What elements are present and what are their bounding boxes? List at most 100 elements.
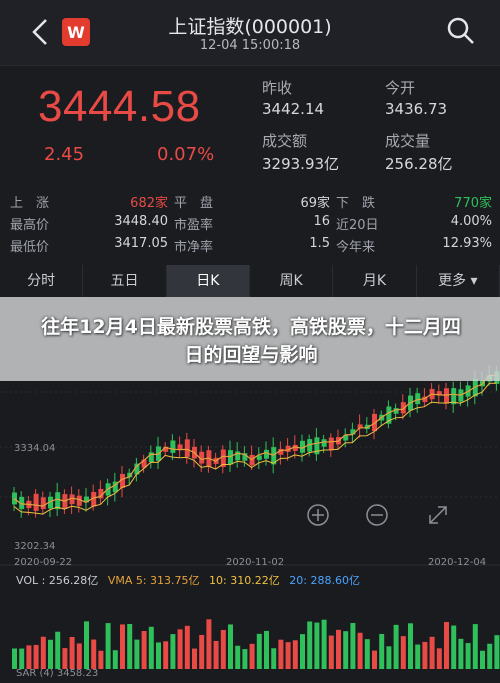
volume-bar [451, 625, 457, 669]
prev-close-value: 3442.14 [262, 100, 325, 118]
tab-weekly-k[interactable]: 周K [250, 265, 334, 297]
price-change-pct: 0.07% [157, 144, 215, 165]
volume-bar [156, 642, 161, 669]
volume-bar [436, 648, 442, 669]
zoom-in-icon[interactable] [307, 504, 329, 526]
candle-body [249, 454, 255, 466]
stat-value: 682家 [130, 196, 168, 211]
candle-body [328, 437, 334, 451]
candle-body [184, 439, 190, 457]
volume-bar [292, 640, 298, 669]
volume-bar [184, 625, 190, 669]
stats-row: 最高价 3448.40 市盈率 16 近20日 4.00% [0, 214, 500, 236]
turnover-label: 成交额 [262, 132, 308, 150]
stat-value: 3417.05 [114, 236, 168, 251]
fullscreen-icon[interactable] [429, 506, 447, 524]
stat-label: 上 涨 [10, 196, 50, 211]
tab-monthly-k[interactable]: 月K [333, 265, 417, 297]
stat-value: 12.93% [442, 236, 492, 251]
current-price: 3444.58 [38, 82, 201, 131]
volume-bar [213, 640, 219, 669]
tab-intraday[interactable]: 分时 [0, 265, 84, 297]
volume-bar [264, 630, 269, 669]
volume-bar [69, 636, 75, 669]
volume-bar [98, 650, 104, 669]
volume-bar [328, 635, 334, 669]
volume-bar [487, 643, 493, 669]
volume-bar [408, 623, 413, 669]
tab-five-day[interactable]: 五日 [83, 265, 167, 297]
volume-bar [336, 629, 341, 669]
y-axis-low-label: 3202.34 [14, 541, 55, 552]
volume-bars-group [12, 619, 500, 669]
stat-label: 最高价 [10, 218, 50, 233]
volume-bar [444, 622, 449, 669]
volume-bar [300, 634, 305, 669]
volume-bar [84, 621, 89, 669]
volume-bar [307, 621, 313, 669]
vma5-value: VMA 5: 313.75亿 [107, 574, 200, 587]
open-value: 3436.73 [385, 100, 448, 118]
candles-group [12, 365, 500, 518]
candle-body [235, 451, 241, 461]
volume-bar [472, 624, 478, 669]
stat-value: 69家 [300, 196, 330, 211]
stat-value: 16 [313, 214, 330, 229]
volume-bar [91, 639, 97, 669]
volume-bar [415, 644, 421, 669]
date-label-start: 2020-09-22 [14, 557, 72, 568]
tab-more[interactable]: 更多 ▾ [417, 265, 500, 297]
market-stats: 上 涨 682家 平 盘 69家 下 跌 770家 最高价 3448.40 市盈… [0, 188, 500, 258]
date-label-end: 2020-12-04 [428, 557, 486, 568]
volume-bar [19, 648, 25, 669]
volume-bar [480, 650, 485, 669]
search-icon[interactable] [446, 16, 476, 46]
volume-bar [33, 644, 39, 669]
stat-value: 3448.40 [114, 214, 168, 229]
volume-bar [192, 648, 197, 669]
volume-bar [134, 639, 140, 669]
article-title: 往年12月4日最新股票高铁，高铁股票，十二月四日的回望与影响 [41, 316, 461, 366]
y-axis-mid-label: 3334.04 [14, 443, 55, 454]
volume-bar [429, 636, 435, 669]
turnover-value: 3293.93亿 [262, 155, 340, 173]
volume-bar [48, 639, 53, 669]
volume-bar [141, 631, 147, 669]
volume-bar [278, 639, 284, 669]
stat-label: 平 盘 [174, 196, 214, 211]
vma20-value: 20: 288.60亿 [289, 574, 360, 587]
tab-more-label: 更多 [438, 273, 467, 289]
candle-body [228, 450, 233, 465]
stat-label: 最低价 [10, 240, 50, 255]
stat-label: 市净率 [174, 240, 214, 255]
prev-close-label: 昨收 [262, 79, 293, 97]
zoom-out-icon[interactable] [366, 504, 388, 526]
volume-label: 成交量 [385, 132, 431, 150]
volume-bar [372, 650, 377, 669]
stat-label: 市盈率 [174, 218, 214, 233]
volume-bar [12, 648, 17, 669]
volume-bar [314, 622, 320, 669]
date-label-mid: 2020-11-02 [226, 557, 284, 568]
header: W 上证指数(000001) 12-04 15:00:18 [0, 0, 500, 66]
volume-bar [271, 648, 277, 669]
stat-value: 4.00% [450, 214, 492, 229]
volume-bar [393, 624, 399, 669]
volume-value: 256.28亿 [385, 155, 453, 173]
candle-body [33, 493, 39, 511]
candle-body [444, 388, 449, 404]
stats-row: 上 涨 682家 平 盘 69家 下 跌 770家 [0, 192, 500, 214]
volume-bar [343, 631, 349, 669]
volume-bar [177, 629, 183, 669]
volume-bar [242, 649, 248, 669]
tab-daily-k[interactable]: 日K [166, 265, 250, 297]
open-label: 今开 [385, 79, 416, 97]
volume-legend: VOL : 256.28亿 VMA 5: 313.75亿 10: 310.22亿… [16, 572, 366, 588]
volume-bar [120, 624, 125, 669]
volume-bar [40, 636, 46, 669]
volume-bar [220, 629, 226, 669]
volume-bar [170, 634, 176, 669]
candle-body [264, 449, 269, 459]
volume-bar [127, 624, 133, 669]
volume-bar [228, 624, 233, 669]
